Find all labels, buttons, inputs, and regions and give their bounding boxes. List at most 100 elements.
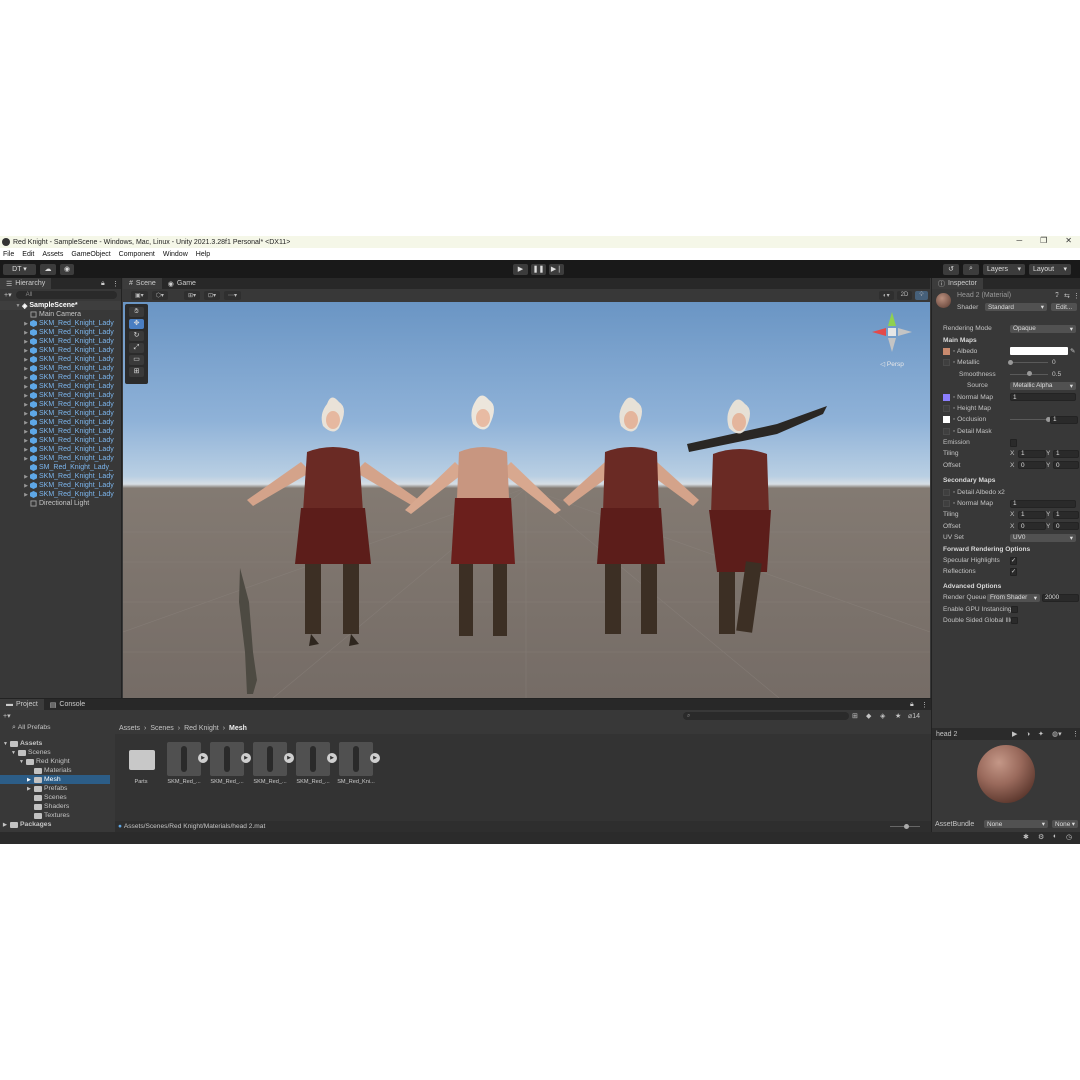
albedo-color-field[interactable] bbox=[1010, 347, 1068, 356]
project-tree-item[interactable]: ▶ Packages bbox=[0, 820, 110, 829]
maximize-button[interactable]: ❐ bbox=[1040, 236, 1047, 245]
height-map-texture-slot[interactable] bbox=[943, 404, 950, 412]
layers-dropdown[interactable]: Layers ▾ bbox=[983, 263, 1025, 275]
menu-gameobject[interactable]: GameObject bbox=[71, 251, 110, 258]
chevron-right-icon[interactable]: ▶ bbox=[22, 330, 30, 336]
chevron-right-icon[interactable]: ▶ bbox=[22, 357, 30, 363]
asset-folder[interactable]: Parts bbox=[121, 742, 161, 785]
chevron-right-icon[interactable]: ▶ bbox=[22, 420, 30, 426]
breadcrumb-mesh[interactable]: Mesh bbox=[229, 725, 247, 732]
tab-project[interactable]: ▬ Project bbox=[0, 699, 44, 710]
grid-snap-dropdown[interactable]: ⊞▾ bbox=[183, 290, 200, 300]
account-dropdown[interactable]: DT ▾ bbox=[3, 263, 36, 275]
chevron-right-icon[interactable]: ▶ bbox=[22, 393, 30, 399]
tiling-x-field[interactable]: 1 bbox=[1018, 449, 1046, 458]
chevron-down-icon[interactable]: ▼ bbox=[11, 750, 18, 756]
chevron-right-icon[interactable]: ▶ bbox=[22, 456, 30, 462]
metallic-value[interactable]: 0 bbox=[1052, 359, 1056, 366]
chevron-right-icon[interactable]: ▶ bbox=[22, 447, 30, 453]
smoothness-slider[interactable] bbox=[1010, 370, 1048, 378]
kebab-menu-icon[interactable]: ⋮ bbox=[112, 280, 119, 288]
secondary-normal-texture-slot[interactable] bbox=[943, 500, 950, 508]
chevron-right-icon[interactable]: ▶ bbox=[22, 438, 30, 444]
scene-viewport[interactable]: ✋︎ ✥ ↻ ⤢ ▭ ⊞ ◁ Persp bbox=[123, 302, 930, 698]
chevron-right-icon[interactable]: ▶ bbox=[22, 483, 30, 489]
menu-component[interactable]: Component bbox=[119, 251, 155, 258]
help-icon[interactable]: ❔︎ bbox=[1055, 292, 1059, 300]
assetbundle-dropdown[interactable]: None ▾ bbox=[984, 820, 1048, 828]
hierarchy-item[interactable]: ▶ SKM_Red_Knight_Lady bbox=[0, 346, 121, 355]
tab-inspector[interactable]: ⓘ Inspector bbox=[932, 278, 983, 289]
hierarchy-search-input[interactable]: All bbox=[15, 290, 117, 299]
undo-history-icon[interactable]: ↺ bbox=[943, 263, 959, 275]
menu-edit[interactable]: Edit bbox=[22, 251, 34, 258]
offset-x-field[interactable]: 0 bbox=[1018, 461, 1046, 470]
tiling-y-field[interactable]: 1 bbox=[1053, 449, 1079, 458]
asset-item[interactable]: ▶ SKM_Red_... bbox=[250, 742, 294, 785]
search-by-type-icon[interactable]: ⊞ bbox=[852, 712, 858, 720]
slider-knob[interactable] bbox=[904, 824, 909, 829]
asset-item[interactable]: ▶ SKM_Red_... bbox=[293, 742, 337, 785]
eyedropper-icon[interactable]: ✎ bbox=[1070, 347, 1076, 355]
chevron-right-icon[interactable]: ▶ bbox=[22, 348, 30, 354]
render-queue-dropdown[interactable]: From Shader ▾ bbox=[987, 593, 1040, 602]
preview-shape-icon[interactable]: ◑ bbox=[1026, 731, 1030, 738]
chevron-right-icon[interactable]: ▶ bbox=[27, 777, 34, 783]
asset-item[interactable]: ▶ SM_Red_Kni... bbox=[336, 742, 380, 785]
project-tree-item[interactable]: ▶ Mesh bbox=[0, 775, 110, 784]
snap-settings-dropdown[interactable]: ⋯▾ bbox=[224, 290, 242, 300]
transform-tool-icon[interactable]: ⊞ bbox=[129, 367, 144, 377]
gizmo-pivot-dropdown[interactable]: ⬡▾ bbox=[151, 290, 168, 300]
hierarchy-item[interactable]: ▶ SKM_Red_Knight_Lady bbox=[0, 454, 121, 463]
add-button[interactable]: +▾ bbox=[4, 291, 12, 299]
metallic-slider[interactable] bbox=[1007, 359, 1048, 367]
play-preview-icon[interactable]: ▶ bbox=[1012, 730, 1017, 738]
hierarchy-item[interactable]: ▶ SKM_Red_Knight_Lady bbox=[0, 472, 121, 481]
tab-console[interactable]: ▤ Console bbox=[44, 699, 91, 710]
project-tree-item[interactable]: Textures bbox=[0, 811, 110, 820]
hierarchy-item[interactable]: Directional Light bbox=[0, 499, 121, 508]
add-asset-button[interactable]: +▾ bbox=[3, 712, 11, 720]
kebab-menu-icon[interactable]: ⋮ bbox=[1073, 292, 1080, 300]
project-tree-item[interactable]: ▼ Red Knight bbox=[0, 757, 110, 766]
render-mode-dropdown[interactable]: ◐▾ bbox=[879, 290, 894, 300]
expand-arrow-icon[interactable]: ▶ bbox=[370, 753, 380, 763]
favorite-star-icon[interactable]: ★ bbox=[895, 712, 901, 720]
breadcrumb-red-knight[interactable]: Red Knight bbox=[184, 725, 219, 732]
scene-row[interactable]: ▼ ◈ SampleScene* bbox=[0, 301, 121, 310]
chevron-right-icon[interactable]: ▶ bbox=[27, 786, 34, 792]
rotate-tool-icon[interactable]: ↻ bbox=[129, 331, 144, 341]
snap-increment-dropdown[interactable]: ⊡▾ bbox=[203, 290, 221, 300]
rendering-mode-dropdown[interactable]: Opaque ▾ bbox=[1010, 324, 1076, 333]
hierarchy-item[interactable]: ▶ SKM_Red_Knight_Lady bbox=[0, 328, 121, 337]
hierarchy-item[interactable]: ▶ SKM_Red_Knight_Lady bbox=[0, 436, 121, 445]
chevron-right-icon[interactable]: ▶ bbox=[22, 321, 30, 327]
step-button[interactable]: ▶❘ bbox=[549, 263, 564, 275]
emission-checkbox[interactable] bbox=[1010, 438, 1017, 447]
chevron-right-icon[interactable]: ▶ bbox=[22, 366, 30, 372]
chevron-right-icon[interactable]: ▶ bbox=[22, 375, 30, 381]
chevron-right-icon[interactable]: ▶ bbox=[22, 429, 30, 435]
chevron-down-icon[interactable]: ▼ bbox=[19, 759, 26, 765]
draw-mode-dropdown[interactable]: ▣▾ bbox=[131, 290, 148, 300]
offset-y-field[interactable]: 0 bbox=[1053, 461, 1079, 470]
occlusion-slider[interactable] bbox=[1010, 416, 1051, 424]
menu-file[interactable]: File bbox=[3, 251, 14, 258]
project-tree-item[interactable]: Materials bbox=[0, 766, 110, 775]
project-tree-item[interactable]: ▼ Assets bbox=[0, 739, 110, 748]
chevron-right-icon[interactable]: ▶ bbox=[22, 339, 30, 345]
chevron-down-icon[interactable]: ▼ bbox=[14, 303, 22, 309]
kebab-menu-icon[interactable]: ⋮ bbox=[1072, 730, 1079, 738]
perspective-label[interactable]: ◁ Persp bbox=[868, 360, 916, 368]
auto-generate-lighting-icon[interactable]: ◐ bbox=[1053, 833, 1057, 840]
project-search-input[interactable]: ⌕ bbox=[683, 711, 849, 720]
move-tool-icon[interactable]: ✥ bbox=[129, 319, 144, 329]
occlusion-value[interactable]: 1 bbox=[1050, 415, 1078, 424]
search-by-importer-icon[interactable]: ◈ bbox=[880, 712, 885, 720]
chevron-right-icon[interactable]: ▶ bbox=[22, 411, 30, 417]
secondary-tiling-y-field[interactable]: 1 bbox=[1053, 510, 1079, 519]
lock-icon[interactable]: 🔒︎ bbox=[101, 280, 105, 288]
hierarchy-item[interactable]: ▶ SKM_Red_Knight_Lady bbox=[0, 427, 121, 436]
albedo-texture-slot[interactable] bbox=[943, 347, 950, 355]
breadcrumb-assets[interactable]: Assets bbox=[119, 725, 140, 732]
